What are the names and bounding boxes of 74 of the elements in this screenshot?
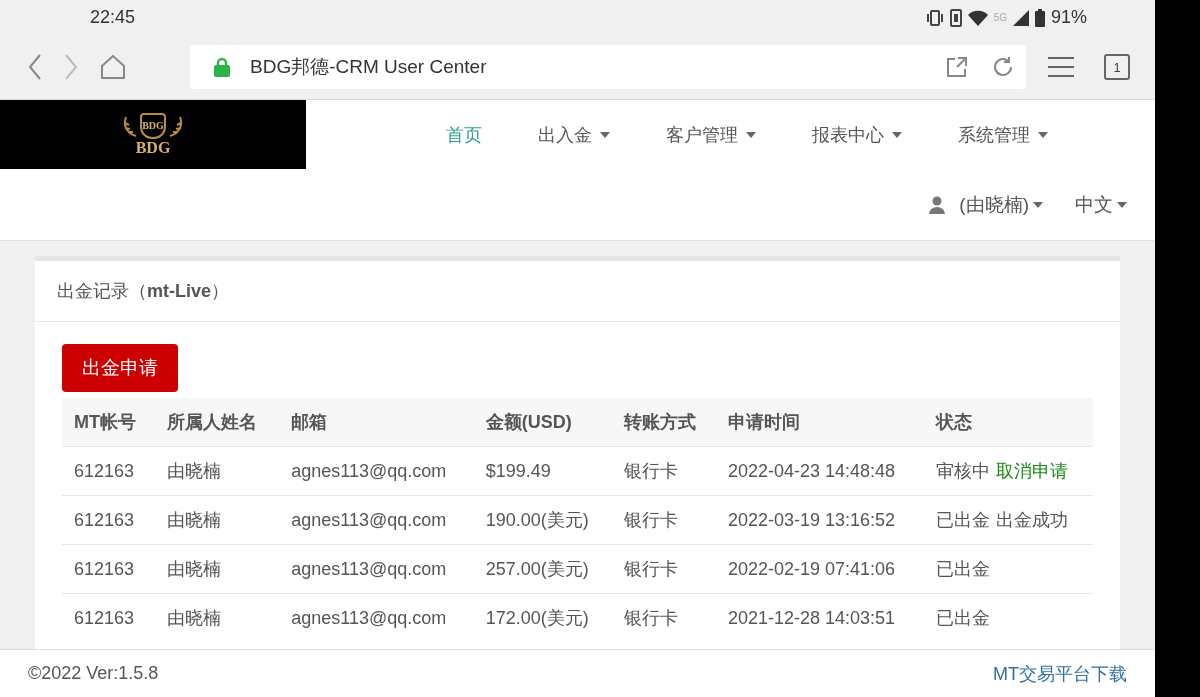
copyright-text: ©2022 Ver:1.5.8 — [28, 663, 159, 684]
back-icon[interactable] — [28, 54, 42, 80]
status-text: 已出金 — [935, 607, 990, 630]
battery-percent: 91% — [1050, 7, 1087, 28]
signal-icon — [1012, 9, 1029, 26]
home-icon[interactable] — [100, 54, 126, 80]
reload-icon[interactable] — [992, 56, 1014, 78]
cancel-request-link[interactable]: 取消申请 — [995, 459, 1068, 483]
column-header: 邮箱 — [279, 398, 474, 447]
table-cell: 612163 — [62, 446, 156, 496]
table-cell: 2022-03-19 13:16:52 — [715, 495, 924, 545]
table-cell: agnes113@qq.com — [279, 446, 474, 496]
caret-icon — [746, 131, 756, 138]
table-cell: agnes113@qq.com — [279, 593, 474, 642]
language-menu[interactable]: 中文 — [1075, 191, 1127, 218]
column-header: 金额(USD) — [473, 398, 612, 447]
vibrate-icon — [925, 9, 944, 26]
table-cell: 银行卡 — [611, 495, 716, 545]
status-text: 审核中 — [935, 460, 990, 483]
battery-icon — [1034, 8, 1045, 27]
table-cell: agnes113@qq.com — [279, 544, 474, 594]
column-header: MT帐号 — [62, 398, 156, 447]
nav-menu-item[interactable]: 出入金 — [538, 122, 638, 147]
table-cell: 2022-02-19 07:41:06 — [715, 544, 924, 594]
column-header: 所属人姓名 — [155, 398, 280, 447]
table-cell: 172.00(美元) — [473, 593, 612, 642]
laurel-icon — [122, 114, 138, 137]
status-text: 已出金 — [935, 558, 990, 581]
logo-badge: BDG — [140, 112, 166, 139]
table-cell: 612163 — [62, 544, 156, 594]
user-icon — [929, 195, 946, 214]
status-text: 已出金 — [935, 509, 990, 532]
caret-icon — [1038, 131, 1048, 138]
table-cell: 由晓楠 — [155, 495, 280, 545]
table-cell: 银行卡 — [611, 593, 716, 642]
user-menu[interactable]: (由晓楠) — [959, 191, 1043, 218]
status-text: 出金成功 — [995, 509, 1068, 532]
laurel-icon — [168, 114, 184, 137]
logo-text: BDG — [135, 138, 171, 157]
table-cell: 由晓楠 — [155, 544, 280, 594]
table-cell: 由晓楠 — [155, 593, 280, 642]
table-cell: 银行卡 — [611, 544, 716, 594]
table-cell: 2022-04-23 14:48:48 — [715, 446, 924, 496]
nav-menu-item[interactable]: 客户管理 — [666, 122, 784, 147]
address-bar[interactable]: BDG邦德-CRM User Center — [190, 45, 1026, 89]
caret-icon — [1117, 201, 1127, 208]
nav-menu-item[interactable]: 系统管理 — [958, 122, 1076, 147]
nav-menu-item[interactable]: 报表中心 — [812, 122, 930, 147]
table-cell: 190.00(美元) — [473, 495, 612, 545]
table-cell: 612163 — [62, 495, 156, 545]
share-icon[interactable] — [946, 56, 968, 78]
table-cell: $199.49 — [473, 446, 612, 496]
column-header: 状态 — [923, 398, 1093, 447]
status-time: 22:45 — [90, 7, 136, 28]
column-header: 转账方式 — [611, 398, 716, 447]
caret-icon — [600, 131, 610, 138]
network-type: 5G — [993, 12, 1007, 23]
panel-title: 出金记录（mt-Live） — [57, 280, 229, 303]
table-cell: 2021-12-28 14:03:51 — [715, 593, 924, 642]
menu-icon[interactable] — [1048, 57, 1074, 77]
table-cell: 612163 — [62, 593, 156, 642]
lock-icon — [214, 57, 230, 77]
caret-icon — [1033, 201, 1043, 208]
sim-card-icon — [949, 8, 962, 27]
table-cell: 银行卡 — [611, 446, 716, 496]
caret-icon — [892, 131, 902, 138]
withdraw-request-button[interactable]: 出金申请 — [62, 344, 178, 392]
table-cell: 由晓楠 — [155, 446, 280, 496]
column-header: 申请时间 — [715, 398, 924, 447]
table-cell: 257.00(美元) — [473, 544, 612, 594]
table-cell: agnes113@qq.com — [279, 495, 474, 545]
tab-count-button[interactable]: 1 — [1104, 54, 1130, 80]
download-link[interactable]: MT交易平台下载 — [993, 661, 1127, 686]
wifi-icon — [967, 9, 988, 26]
